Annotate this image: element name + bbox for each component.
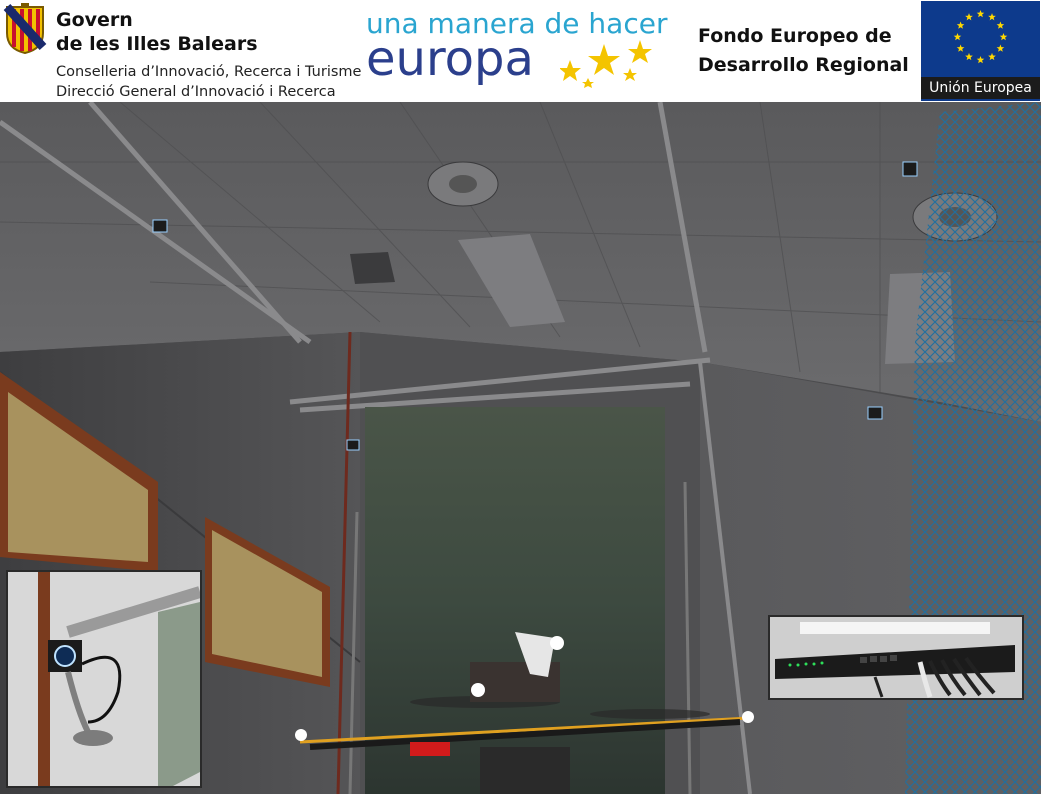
motion-capture-camera-closeup-photo	[8, 572, 200, 786]
eu-label: Unión Europea	[921, 77, 1040, 99]
eu-flag-icon	[953, 10, 1008, 64]
eu-star-icon	[956, 44, 965, 52]
fund-title: Fondo Europeo de Desarrollo Regional	[698, 22, 909, 80]
eu-star-icon	[988, 52, 996, 61]
department-line1: Conselleria d’Innovació, Recerca i Turis…	[56, 64, 362, 80]
eu-star-icon	[953, 33, 962, 41]
eu-star-icon	[999, 33, 1008, 41]
camera-closeup-inset	[6, 570, 202, 788]
main-photo	[0, 102, 1041, 794]
eu-flag: Unión Europea	[921, 1, 1040, 101]
government-name-line2: de les Illes Balears	[56, 33, 258, 55]
eu-star-icon	[965, 52, 973, 61]
fund-title-line1: Fondo Europeo de	[698, 25, 892, 47]
government-department: Conselleria d’Innovació, Recerca i Turis…	[56, 62, 361, 102]
eu-star-icon	[988, 13, 996, 21]
department-line2: Direcció General d’Innovació i Recerca	[56, 84, 336, 100]
eu-star-icon	[996, 44, 1005, 52]
eu-star-icon	[996, 21, 1005, 29]
eu-star-icon	[976, 56, 985, 64]
fund-title-line2: Desarrollo Regional	[698, 54, 909, 76]
government-name: Govern de les Illes Balears	[56, 8, 258, 56]
network-switch-closeup-photo	[770, 617, 1022, 698]
gold-stars-icon	[560, 40, 652, 88]
feder-slogan-line2: europa	[366, 31, 534, 87]
government-name-line1: Govern	[56, 9, 133, 31]
header-banner: Govern de les Illes Balears Conselleria …	[0, 0, 1041, 102]
network-switch-inset	[768, 615, 1024, 700]
balearic-coat-of-arms-icon	[3, 3, 47, 55]
eu-star-icon	[956, 21, 965, 29]
eu-star-icon	[976, 10, 985, 18]
eu-star-icon	[965, 13, 973, 21]
